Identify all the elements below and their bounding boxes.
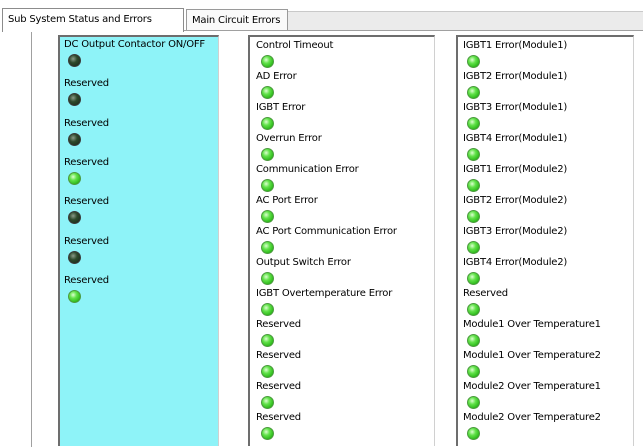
indicator-label: AC Port Communication Error	[256, 226, 397, 237]
led-off-icon	[68, 132, 81, 146]
indicator-label: IGBT1 Error(Module2)	[463, 164, 568, 175]
sub-system-status-panel: DC Output Contactor ON/OFF Reserved Reserv…	[58, 35, 219, 446]
indicator-label: Module1 Over Temperature1	[463, 319, 601, 330]
indicator-label: IGBT3 Error(Module2)	[463, 226, 568, 237]
led-on-icon	[68, 289, 81, 303]
led-on-icon	[467, 55, 480, 68]
led-on-icon	[68, 171, 81, 185]
indicator-label: Module2 Over Temperature2	[463, 412, 601, 423]
module-errors-panel: IGBT1 Error(Module1) IGBT2 Error(Module1)…	[456, 35, 634, 446]
indicator-label: Reserved	[64, 78, 109, 90]
indicator-label: Overrun Error	[256, 133, 322, 144]
led-on-icon	[261, 148, 274, 161]
led-on-icon	[467, 210, 480, 223]
indicator-label: IGBT Overtemperature Error	[256, 288, 393, 299]
led-on-icon	[467, 303, 480, 316]
led-off-icon	[68, 93, 81, 107]
led-on-icon	[467, 365, 480, 378]
indicator-label: Module1 Over Temperature2	[463, 350, 601, 361]
led-on-icon	[467, 148, 480, 161]
led-on-icon	[467, 427, 480, 440]
tab-sub-system-status[interactable]: Sub System Status and Errors	[2, 8, 184, 32]
led-on-icon	[467, 117, 480, 130]
indicator-label: Reserved	[64, 196, 109, 208]
led-on-icon	[261, 427, 274, 440]
indicator-label: Communication Error	[256, 164, 359, 175]
indicator-label: IGBT2 Error(Module2)	[463, 195, 568, 206]
indicator-label: Reserved	[463, 288, 508, 299]
indicator-label: IGBT Error	[256, 102, 306, 113]
indicator-label: IGBT3 Error(Module1)	[463, 102, 568, 113]
indicator-label: Module2 Over Temperature1	[463, 381, 601, 392]
led-on-icon	[261, 241, 274, 254]
indicator-label: IGBT1 Error(Module1)	[463, 40, 568, 51]
indicator-label: Reserved	[64, 156, 109, 168]
indicator-label: IGBT4 Error(Module2)	[463, 257, 568, 268]
indicator-label: Reserved	[256, 319, 301, 330]
led-on-icon	[261, 117, 274, 130]
indicator-label: IGBT4 Error(Module1)	[463, 133, 568, 144]
led-on-icon	[261, 396, 274, 409]
indicator-label: AD Error	[256, 71, 297, 82]
system-errors-panel: Control Timeout AD Error IGBT Error Overrun…	[248, 35, 435, 446]
led-off-icon	[68, 250, 81, 264]
indicator-label: Reserved	[64, 274, 109, 286]
led-on-icon	[467, 86, 480, 99]
indicator-label: Reserved	[256, 412, 301, 423]
led-on-icon	[467, 241, 480, 254]
indicator-label: Reserved	[256, 350, 301, 361]
indicator-label: Control Timeout	[256, 40, 334, 51]
led-off-icon	[68, 211, 81, 225]
tab-strip: Sub System Status and Errors Main Circui…	[0, 0, 643, 32]
tab-strip-filler	[286, 11, 643, 31]
led-on-icon	[467, 179, 480, 192]
indicator-label: Reserved	[64, 235, 109, 247]
tab-main-circuit-errors[interactable]: Main Circuit Errors	[186, 9, 288, 31]
led-on-icon	[261, 334, 274, 347]
led-on-icon	[261, 179, 274, 192]
led-on-icon	[261, 55, 274, 68]
indicator-label: Reserved	[256, 381, 301, 392]
led-on-icon	[467, 334, 480, 347]
led-on-icon	[261, 365, 274, 378]
indicator-label: IGBT2 Error(Module1)	[463, 71, 568, 82]
led-on-icon	[261, 272, 274, 285]
led-on-icon	[261, 303, 274, 316]
indicator-label: Reserved	[64, 117, 109, 129]
indicator-label: AC Port Error	[256, 195, 318, 206]
indicator-label: Output Switch Error	[256, 257, 351, 268]
led-off-icon	[68, 54, 81, 67]
led-on-icon	[467, 272, 480, 285]
led-on-icon	[467, 396, 480, 409]
led-on-icon	[261, 210, 274, 223]
led-on-icon	[261, 86, 274, 99]
indicator-label: DC Output Contactor ON/OFF	[64, 39, 205, 50]
